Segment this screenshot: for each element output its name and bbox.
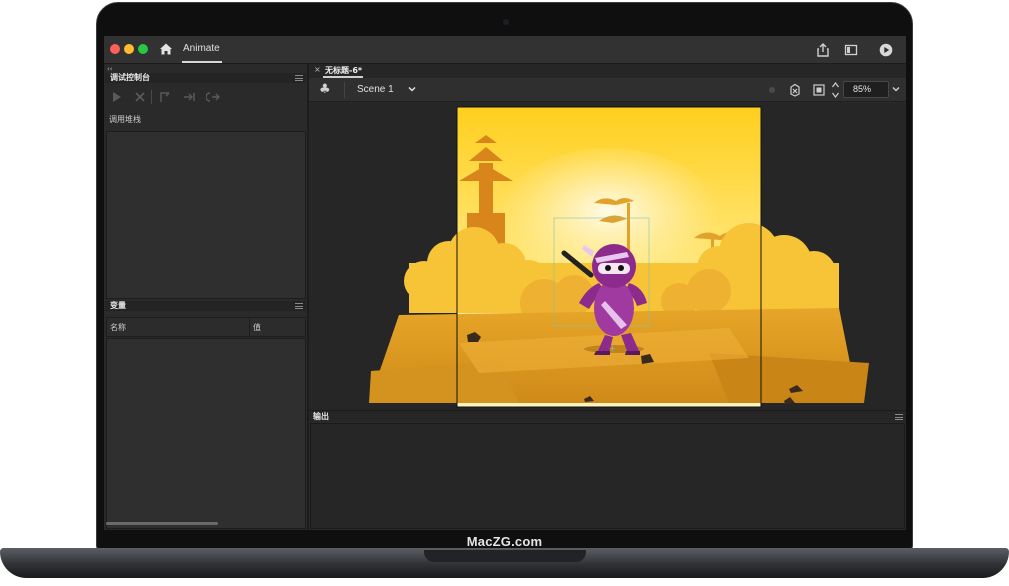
output-title: 输出	[313, 412, 329, 421]
play-icon[interactable]	[110, 90, 124, 104]
minimize-window-button[interactable]	[124, 44, 134, 54]
transform-point-icon[interactable]: +	[609, 344, 616, 353]
panel-menu-icon[interactable]	[295, 75, 303, 81]
variables-list[interactable]	[106, 338, 306, 529]
scene-selector[interactable]: Scene 1	[357, 84, 394, 95]
output-console[interactable]	[310, 423, 905, 529]
zoom-window-button[interactable]	[138, 44, 148, 54]
clip-stage-icon[interactable]	[812, 83, 826, 97]
debug-console-title: 调试控制台	[110, 73, 150, 82]
brand-caption: MacZG.com	[466, 534, 543, 549]
panel-menu-icon[interactable]	[295, 303, 303, 309]
document-tab[interactable]: 无标题-6*	[325, 65, 362, 76]
camera-tool-icon[interactable]	[765, 83, 779, 97]
zoom-value[interactable]: 85%	[853, 84, 871, 94]
rotate-stage-icon[interactable]	[788, 83, 802, 97]
zoom-chevron-down-icon[interactable]	[891, 84, 901, 94]
toolbar-separator	[344, 82, 345, 98]
close-tab-icon[interactable]: ×	[314, 65, 321, 74]
step-over-icon[interactable]	[182, 90, 196, 104]
document-tab-bar: × 无标题-6*	[309, 64, 906, 78]
step-out-icon[interactable]	[206, 90, 220, 104]
chevron-down-icon[interactable]	[407, 84, 417, 94]
app-tab-underline	[182, 61, 222, 63]
zoom-field[interactable]: 85%	[843, 81, 889, 98]
column-name[interactable]: 名称	[110, 322, 126, 333]
stop-icon[interactable]	[133, 90, 147, 104]
laptop-notch	[424, 550, 586, 562]
horizontal-scrollbar[interactable]	[106, 522, 218, 525]
camera-icon	[503, 19, 509, 25]
call-stack-list[interactable]	[106, 131, 306, 299]
variables-header: 变量	[105, 301, 306, 311]
step-in-icon[interactable]	[158, 90, 172, 104]
test-movie-play-icon[interactable]	[879, 43, 893, 57]
panel-menu-icon[interactable]	[895, 414, 903, 420]
app-tab-animate[interactable]: Animate	[183, 43, 220, 54]
column-separator[interactable]	[249, 318, 250, 336]
app-window: Animate ‹‹ 调试控制台 调用堆栈 变量 名称 值 × 无标题-6* ♣…	[104, 36, 906, 530]
zoom-stepper-icon[interactable]	[831, 80, 840, 100]
output-header: 输出	[309, 410, 906, 422]
debug-console-header: 调试控制台	[105, 73, 306, 83]
column-value[interactable]: 值	[253, 322, 261, 333]
share-icon[interactable]	[816, 43, 830, 57]
home-icon[interactable]	[159, 42, 173, 56]
variables-title: 变量	[110, 301, 126, 310]
stage-pasteboard[interactable]: +	[309, 103, 906, 410]
toolbar-separator	[151, 90, 152, 104]
scene-toolbar: ♣ Scene 1 85%	[309, 78, 906, 102]
stage-artwork[interactable]: +	[309, 103, 906, 410]
call-stack-label: 调用堆栈	[109, 115, 141, 124]
symbol-icon[interactable]: ♣	[319, 83, 331, 97]
workspace-layout-icon[interactable]	[844, 43, 858, 57]
title-bar: Animate	[104, 36, 906, 64]
close-window-button[interactable]	[110, 44, 120, 54]
variables-column-header: 名称 值	[106, 317, 306, 337]
